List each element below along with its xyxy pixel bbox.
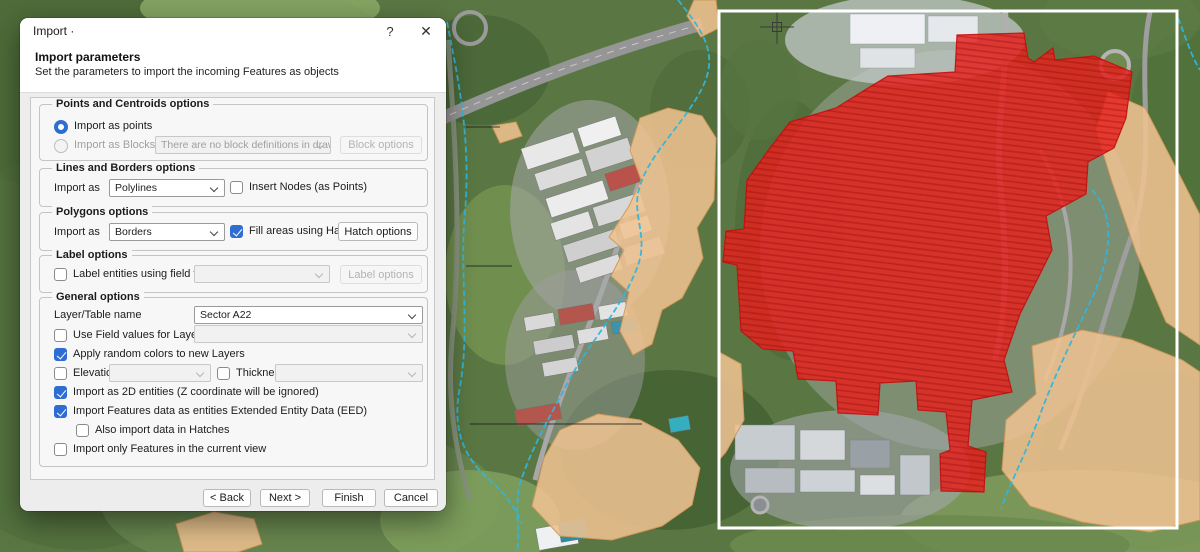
polygons-import-as-combo[interactable]: Borders <box>109 223 225 241</box>
group-label: Label options Label entities using field… <box>39 255 428 293</box>
header-subtitle: Set the parameters to import the incomin… <box>35 66 339 78</box>
blocks-combo-value: There are no block definitions in drawin… <box>161 139 331 151</box>
group-general: General options Layer/Table name Sector … <box>39 297 428 467</box>
next-button[interactable]: Next > <box>260 489 310 507</box>
help-icon[interactable]: ? <box>376 21 404 41</box>
dialog-header: Import parameters Set the parameters to … <box>20 44 446 92</box>
current-view-checkbox[interactable] <box>54 443 67 456</box>
cancel-button[interactable]: Cancel <box>384 489 438 507</box>
radio-import-as-points[interactable] <box>54 120 68 134</box>
layer-table-name-label: Layer/Table name <box>54 307 141 324</box>
use-field-values-label: Use Field values for Layer <box>73 327 201 344</box>
radio-import-as-blocks-label: Import as Blocks <box>74 137 155 154</box>
label-entities-checkbox[interactable] <box>54 268 67 281</box>
block-options-button: Block options <box>340 136 422 154</box>
fill-hatches-checkbox[interactable] <box>230 225 243 238</box>
insert-nodes-label: Insert Nodes (as Points) <box>249 179 367 196</box>
import-as-label: Import as <box>54 224 100 241</box>
label-field-combo <box>194 265 330 283</box>
header-title: Import parameters <box>35 50 140 64</box>
layer-table-name-combo[interactable]: Sector A22 <box>194 306 423 324</box>
blocks-combo: There are no block definitions in drawin… <box>155 136 331 154</box>
insert-nodes-checkbox[interactable] <box>230 181 243 194</box>
thickness-combo <box>275 364 423 382</box>
current-view-label: Import only Features in the current view <box>73 441 266 458</box>
header-divider <box>20 92 446 93</box>
polygons-import-as-value: Borders <box>115 226 152 238</box>
group-title: Label options <box>52 249 132 261</box>
back-button[interactable]: < Back <box>203 489 251 507</box>
close-icon[interactable]: ✕ <box>412 21 440 41</box>
group-title: Lines and Borders options <box>52 162 199 174</box>
group-polygons: Polygons options Import as Borders Fill … <box>39 212 428 251</box>
group-lines-borders: Lines and Borders options Import as Poly… <box>39 168 428 207</box>
elevation-combo <box>109 364 211 382</box>
entities-2d-label: Import as 2D entities (Z coordinate will… <box>73 384 319 401</box>
import-dialog: Import · ? ✕ Import parameters Set the p… <box>20 18 446 511</box>
group-title: Polygons options <box>52 206 152 218</box>
parameters-panel: Points and Centroids options Import as p… <box>30 97 435 480</box>
use-field-values-combo <box>194 325 423 343</box>
label-options-button: Label options <box>340 265 422 284</box>
finish-button[interactable]: Finish <box>322 489 376 507</box>
also-hatches-checkbox[interactable] <box>76 424 89 437</box>
hatch-options-button[interactable]: Hatch options <box>338 222 418 241</box>
layer-table-name-value: Sector A22 <box>200 309 251 321</box>
lines-import-as-value: Polylines <box>115 182 157 194</box>
radio-import-as-blocks <box>54 139 68 153</box>
entities-2d-checkbox[interactable] <box>54 386 67 399</box>
random-colors-checkbox[interactable] <box>54 348 67 361</box>
also-hatches-label: Also import data in Hatches <box>95 422 230 439</box>
thickness-checkbox[interactable] <box>217 367 230 380</box>
app-window: Import · ? ✕ Import parameters Set the p… <box>0 0 1200 552</box>
dialog-titlebar[interactable]: Import · ? ✕ <box>20 18 446 44</box>
group-title: Points and Centroids options <box>52 98 213 110</box>
elevation-checkbox[interactable] <box>54 367 67 380</box>
group-points-centroids: Points and Centroids options Import as p… <box>39 104 428 161</box>
group-title: General options <box>52 291 144 303</box>
import-as-label: Import as <box>54 180 100 197</box>
dialog-title: Import · <box>33 24 74 38</box>
eed-label: Import Features data as entities Extende… <box>73 403 367 420</box>
use-field-values-checkbox[interactable] <box>54 329 67 342</box>
radio-import-as-points-label: Import as points <box>74 118 152 135</box>
lines-import-as-combo[interactable]: Polylines <box>109 179 225 197</box>
eed-checkbox[interactable] <box>54 405 67 418</box>
random-colors-label: Apply random colors to new Layers <box>73 346 245 363</box>
